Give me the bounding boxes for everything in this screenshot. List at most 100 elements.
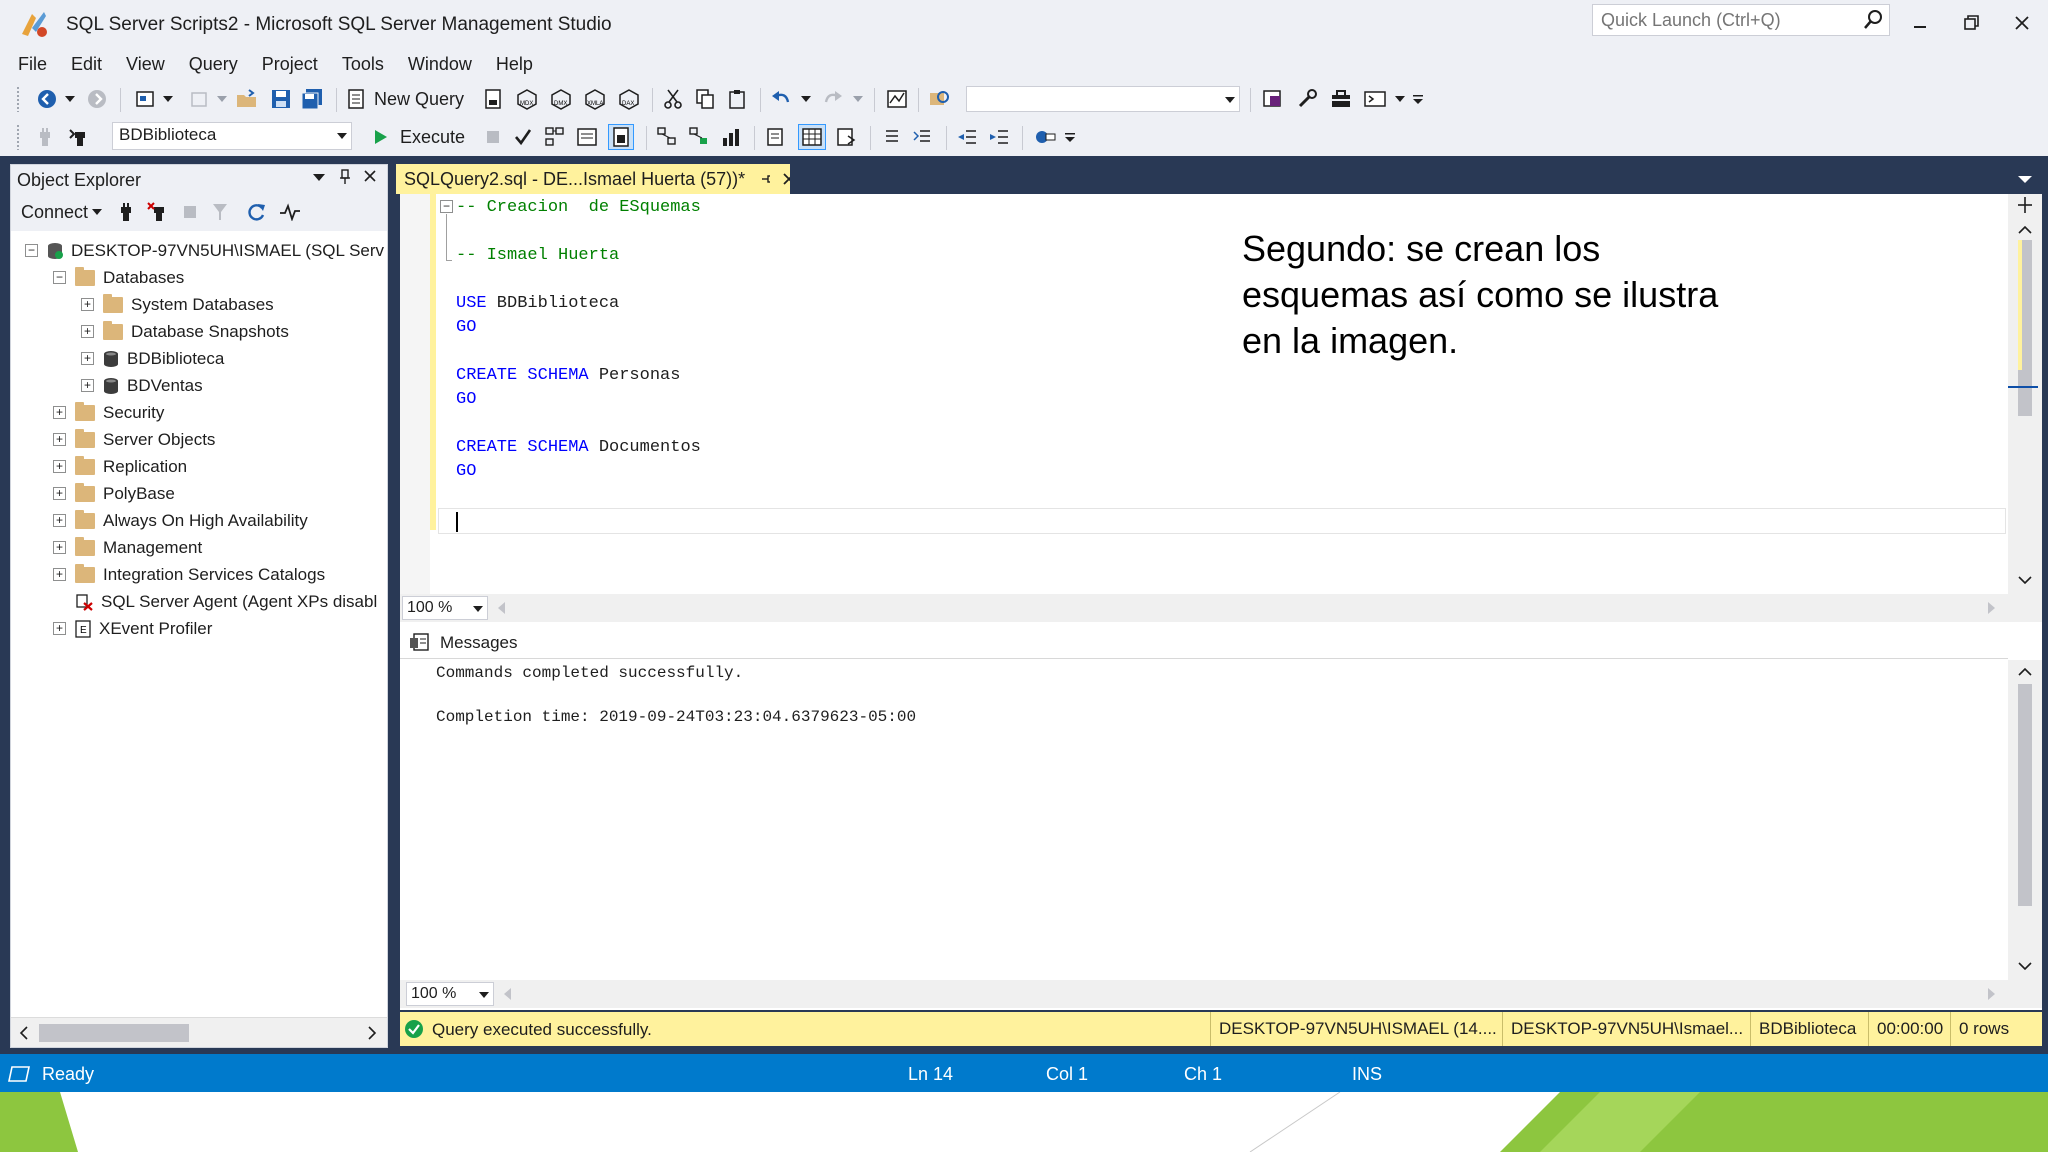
expand-toggle[interactable]: + bbox=[53, 433, 66, 446]
tree-node-management[interactable]: + Management bbox=[53, 534, 202, 561]
results-zoom-select[interactable]: 100 % bbox=[406, 982, 494, 1006]
scroll-right-icon[interactable] bbox=[1988, 988, 1996, 1000]
menu-query[interactable]: Query bbox=[177, 48, 250, 80]
intellisense-toggle[interactable] bbox=[608, 124, 634, 150]
editor-zoom-select[interactable]: 100 % bbox=[402, 596, 488, 620]
scroll-up-icon[interactable] bbox=[2018, 668, 2032, 676]
parse-button[interactable] bbox=[512, 124, 534, 150]
quick-launch-box[interactable] bbox=[1592, 4, 1890, 36]
scroll-left-icon[interactable] bbox=[504, 988, 512, 1000]
add-item-button[interactable] bbox=[186, 86, 212, 112]
toolbar-overflow-button[interactable] bbox=[1412, 86, 1424, 112]
undo-button[interactable] bbox=[768, 86, 794, 112]
search-icon[interactable] bbox=[1863, 9, 1883, 31]
scroll-left-icon[interactable] bbox=[498, 602, 506, 614]
expand-toggle[interactable]: + bbox=[81, 298, 94, 311]
expand-toggle[interactable]: + bbox=[53, 406, 66, 419]
tree-node-integration-services[interactable]: + Integration Services Catalogs bbox=[53, 561, 325, 588]
open-file-button[interactable] bbox=[234, 86, 260, 112]
results-vscrollbar[interactable] bbox=[2008, 660, 2042, 980]
tree-node-database-snapshots[interactable]: + Database Snapshots bbox=[81, 318, 289, 345]
tree-node-bdbiblioteca[interactable]: + BDBiblioteca bbox=[81, 345, 224, 372]
scroll-left-icon[interactable] bbox=[19, 1026, 29, 1040]
include-actual-plan-button[interactable] bbox=[654, 124, 680, 150]
menu-help[interactable]: Help bbox=[484, 48, 545, 80]
dax-query-button[interactable]: DAX bbox=[616, 86, 642, 112]
save-all-button[interactable] bbox=[300, 86, 326, 112]
live-query-stats-button[interactable] bbox=[686, 124, 712, 150]
find-in-files-button[interactable] bbox=[926, 86, 952, 112]
tree-node-bdventas[interactable]: + BDVentas bbox=[81, 372, 203, 399]
expand-toggle[interactable]: + bbox=[53, 487, 66, 500]
menu-tools[interactable]: Tools bbox=[330, 48, 396, 80]
toolbar-grip[interactable] bbox=[16, 86, 20, 112]
menu-window[interactable]: Window bbox=[396, 48, 484, 80]
add-item-dropdown[interactable] bbox=[216, 86, 228, 112]
new-project-dropdown[interactable] bbox=[162, 86, 174, 112]
expand-toggle[interactable]: + bbox=[53, 514, 66, 527]
close-icon[interactable] bbox=[782, 172, 790, 186]
menu-file[interactable]: File bbox=[6, 48, 59, 80]
dmx-query-button[interactable]: DMX bbox=[548, 86, 574, 112]
panel-menu-button[interactable] bbox=[313, 169, 325, 187]
expand-toggle[interactable]: + bbox=[81, 325, 94, 338]
disconnect-button[interactable] bbox=[145, 199, 171, 225]
back-dropdown[interactable] bbox=[64, 86, 76, 112]
chevron-down-icon[interactable] bbox=[2018, 176, 2032, 184]
close-panel-button[interactable] bbox=[363, 169, 377, 188]
tab-messages[interactable]: Messages bbox=[408, 628, 517, 658]
scroll-up-icon[interactable] bbox=[2018, 226, 2032, 234]
increase-indent-button[interactable] bbox=[986, 124, 1012, 150]
expand-toggle[interactable]: + bbox=[53, 541, 66, 554]
pin-button[interactable] bbox=[339, 169, 351, 190]
output-window-icon[interactable] bbox=[8, 1065, 30, 1083]
menu-view[interactable]: View bbox=[114, 48, 177, 80]
command-window-button[interactable] bbox=[1362, 86, 1388, 112]
pin-icon[interactable] bbox=[761, 172, 770, 186]
decrease-indent-button[interactable] bbox=[954, 124, 980, 150]
redo-dropdown[interactable] bbox=[852, 86, 864, 112]
expand-toggle[interactable]: + bbox=[81, 352, 94, 365]
tree-node-server[interactable]: − DESKTOP-97VN5UH\ISMAEL (SQL Serv bbox=[25, 237, 384, 264]
minimize-button[interactable] bbox=[1900, 8, 1940, 38]
editor-vscrollbar[interactable] bbox=[2008, 194, 2042, 594]
paste-button[interactable] bbox=[724, 86, 750, 112]
new-project-button[interactable] bbox=[132, 86, 158, 112]
save-button[interactable] bbox=[268, 86, 294, 112]
tree-node-sql-agent[interactable]: SQL Server Agent (Agent XPs disabl bbox=[75, 588, 377, 615]
xmla-query-button[interactable]: XMLA bbox=[582, 86, 608, 112]
sql-code-editor[interactable]: − -- Creacion de ESquemas -- Ismael Huer… bbox=[400, 194, 2042, 594]
tree-node-replication[interactable]: + Replication bbox=[53, 453, 187, 480]
close-window-button[interactable] bbox=[2002, 8, 2042, 38]
copy-button[interactable] bbox=[692, 86, 718, 112]
toolbar-overflow-button[interactable] bbox=[1064, 124, 1076, 150]
forward-button[interactable] bbox=[84, 86, 110, 112]
mdx-query-button[interactable]: MDX bbox=[514, 86, 540, 112]
back-button[interactable] bbox=[34, 86, 60, 112]
connect-button[interactable] bbox=[32, 124, 58, 150]
client-statistics-button[interactable] bbox=[718, 124, 744, 150]
tree-node-databases[interactable]: − Databases bbox=[53, 264, 184, 291]
scroll-down-icon[interactable] bbox=[2018, 962, 2032, 970]
menu-project[interactable]: Project bbox=[250, 48, 330, 80]
tree-node-always-on[interactable]: + Always On High Availability bbox=[53, 507, 308, 534]
undo-dropdown[interactable] bbox=[800, 86, 812, 112]
connect-object-explorer-button[interactable] bbox=[115, 199, 137, 225]
results-to-file-button[interactable] bbox=[834, 124, 860, 150]
results-to-grid-button[interactable] bbox=[798, 124, 826, 150]
scroll-right-icon[interactable] bbox=[367, 1026, 377, 1040]
tree-node-server-objects[interactable]: + Server Objects bbox=[53, 426, 215, 453]
tree-node-polybase[interactable]: + PolyBase bbox=[53, 480, 175, 507]
execute-button[interactable]: Execute bbox=[374, 124, 474, 150]
find-combo[interactable] bbox=[966, 86, 1240, 112]
available-databases-select[interactable]: BDBiblioteca bbox=[112, 122, 352, 150]
connect-dropdown-button[interactable]: Connect bbox=[21, 199, 107, 225]
query-options-button[interactable] bbox=[574, 124, 600, 150]
restore-button[interactable] bbox=[1952, 8, 1992, 38]
display-estimated-plan-button[interactable] bbox=[542, 124, 568, 150]
activity-monitor-button[interactable] bbox=[884, 86, 910, 112]
comment-out-button[interactable] bbox=[878, 124, 904, 150]
scroll-right-icon[interactable] bbox=[1988, 602, 1996, 614]
stop-button[interactable] bbox=[179, 199, 201, 225]
redo-button[interactable] bbox=[820, 86, 846, 112]
